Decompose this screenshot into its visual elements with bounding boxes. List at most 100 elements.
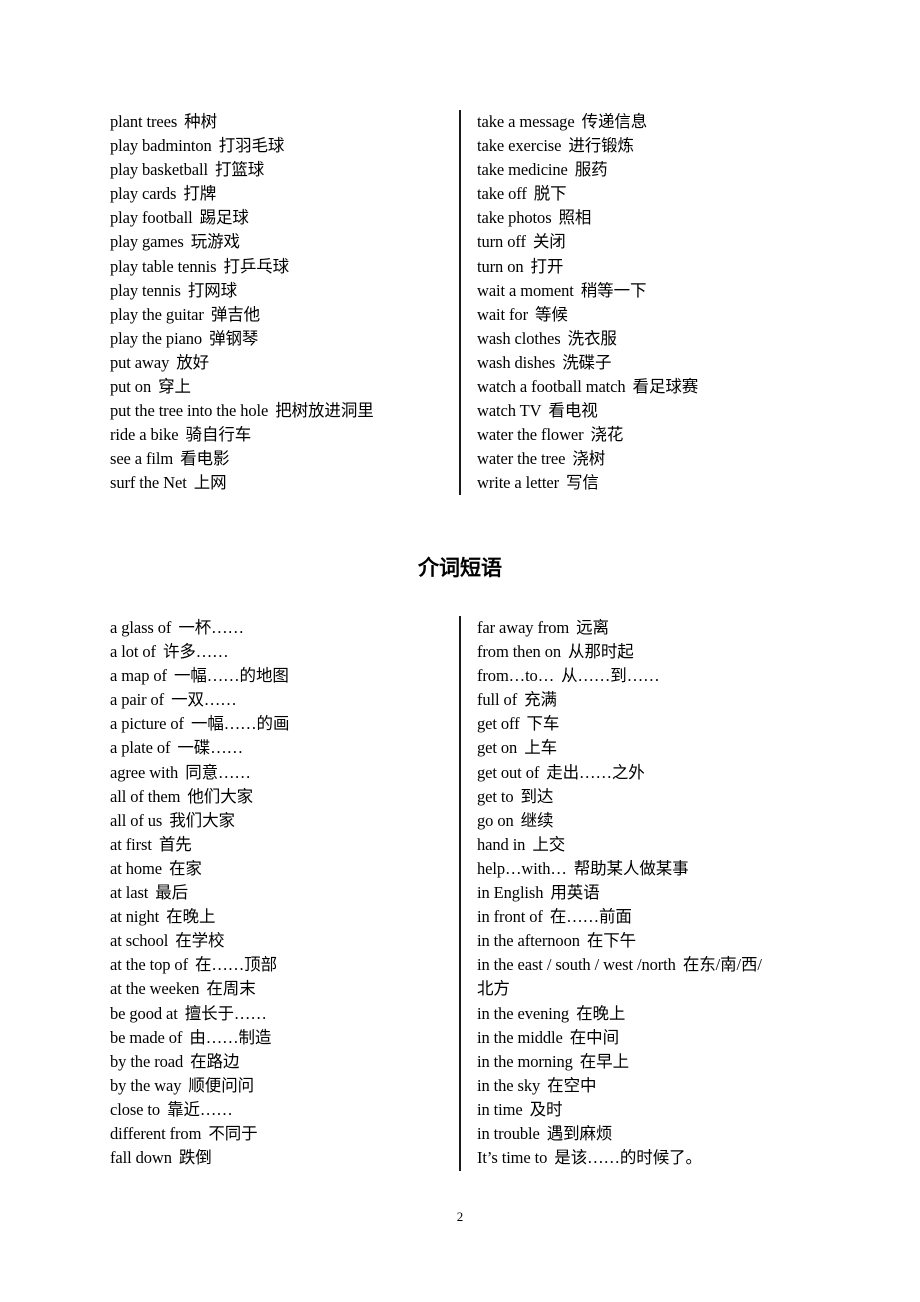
chinese-translation: 传递信息 [581,112,648,131]
english-phrase: a picture of [110,714,184,734]
verb-phrases-section: plant trees 种树 play badminton 打羽毛球 play bask… [0,110,920,496]
phrase-entry: all of them 他们大家 [110,785,289,809]
phrase-entry: a glass of 一杯…… [110,616,289,640]
phrase-entry: in trouble 遇到麻烦 [477,1122,762,1146]
phrase-entry: a plate of 一碟…… [110,736,289,760]
chinese-translation: 从……到…… [561,666,660,686]
english-phrase: take exercise [477,136,562,156]
english-phrase: at home [110,858,162,878]
english-phrase: a plate of [110,738,171,758]
chinese-translation: 弹钢琴 [209,328,259,348]
chinese-translation: 是该……的时候了。 [554,1148,702,1168]
phrase-entry: fall down 跌倒 [110,1146,289,1170]
english-phrase: play the piano [110,328,203,348]
english-phrase: put away [110,352,170,372]
english-phrase: wait a moment [477,280,574,300]
phrase-entry: in time 及时 [477,1098,762,1122]
chinese-translation: 首先 [158,834,192,854]
english-phrase: play the guitar [110,304,204,324]
chinese-translation: 洗衣服 [567,328,617,348]
phrase-entry: get out of 走出……之外 [477,761,762,785]
chinese-translation: 在中间 [569,1027,619,1047]
chinese-translation: 打乒乓球 [223,256,290,276]
chinese-translation: 上网 [193,473,227,493]
chinese-translation: 跌倒 [178,1148,212,1168]
chinese-translation: 洗碟子 [562,352,612,372]
english-phrase: watch TV [477,401,542,421]
english-phrase: in English [477,883,544,903]
chinese-translation: 在路边 [190,1051,240,1071]
chinese-translation: 放好 [176,352,210,372]
column-divider [459,616,461,1171]
chinese-translation: 最后 [155,883,189,903]
prepositional-phrases-left-column: a glass of 一杯…… a lot of 许多…… a map of 一幅……的地… [110,616,289,1170]
phrase-entry: watch a football match 看足球赛 [477,375,698,399]
phrase-entry: ride a bike 骑自行车 [110,423,374,447]
chinese-translation: 擅长于…… [184,1003,267,1023]
chinese-translation: 穿上 [158,377,191,397]
english-phrase: from…to… [477,666,555,686]
phrase-entry: a pair of 一双…… [110,688,289,712]
phrase-entry: help…with… 帮助某人做某事 [477,857,762,881]
english-phrase: see a film [110,449,174,469]
phrase-entry: be made of 由……制造 [110,1026,289,1050]
phrase-entry: at last 最后 [110,881,289,905]
english-phrase: get to [477,786,514,806]
phrase-entry: take photos 照相 [477,206,698,230]
phrase-entry: get to 到达 [477,785,762,809]
verb-phrases-left-column: plant trees 种树 play badminton 打羽毛球 play bask… [110,110,374,496]
chinese-translation: 用英语 [550,883,600,903]
phrase-entry: play the piano 弹钢琴 [110,327,374,351]
english-phrase: at night [110,907,160,927]
english-phrase: put on [110,377,152,397]
chinese-translation: 在东/南/西/ [682,955,762,975]
english-phrase: surf the Net [110,473,187,493]
phrase-entry: at first 首先 [110,833,289,857]
chinese-translation: 玩游戏 [190,232,240,252]
chinese-translation: 看电影 [180,449,230,469]
phrase-entry: turn off 关闭 [477,230,698,254]
english-phrase: get out of [477,762,540,782]
phrase-entry: in the east / south / west /north 在东/南/西/ [477,953,762,977]
phrase-entry: get off 下车 [477,712,762,736]
english-phrase: take off [477,184,527,204]
english-phrase: play cards [110,184,177,204]
chinese-translation: 及时 [529,1099,563,1119]
phrase-entry: take medicine 服药 [477,158,698,182]
english-phrase: play tennis [110,280,181,300]
prepositional-phrases-section: a glass of 一杯…… a lot of 许多…… a map of 一幅……的地… [0,616,920,1176]
english-phrase: different from [110,1123,202,1143]
phrase-entry: turn on 打开 [477,255,698,279]
phrase-entry: in the evening 在晚上 [477,1002,762,1026]
phrase-entry: at night 在晚上 [110,905,289,929]
phrase-entry: a lot of 许多…… [110,640,289,664]
phrase-entry: in front of 在……前面 [477,905,762,929]
chinese-translation: 顺便问问 [188,1075,255,1095]
phrase-entry: in English 用英语 [477,881,762,905]
phrase-entry: wash clothes 洗衣服 [477,327,698,351]
phrase-entry: play table tennis 打乒乓球 [110,255,374,279]
chinese-translation: 一幅……的画 [190,714,290,734]
phrase-entry: play basketball 打篮球 [110,158,374,182]
chinese-translation: 下车 [526,714,560,734]
chinese-translation: 充满 [524,690,557,710]
phrase-entry: in the sky 在空中 [477,1074,762,1098]
phrase-entry: take a message 传递信息 [477,110,698,134]
column-divider [459,110,461,495]
chinese-translation: 弹吉他 [210,304,261,324]
chinese-translation: 帮助某人做某事 [573,858,689,878]
chinese-translation: 打牌 [183,184,217,204]
phrase-entry: play badminton 打羽毛球 [110,134,374,158]
english-phrase: at school [110,931,169,951]
english-phrase: turn on [477,256,524,276]
english-phrase: play basketball [110,160,208,180]
english-phrase: help…with… [477,858,567,878]
english-phrase: a lot of [110,642,156,662]
phrase-entry: in the morning 在早上 [477,1050,762,1074]
chinese-translation: 浇花 [590,425,624,445]
phrase-entry: put the tree into the hole 把树放进洞里 [110,399,374,423]
phrase-entry: full of 充满 [477,688,762,712]
english-phrase: by the way [110,1075,182,1095]
english-phrase: play games [110,232,184,252]
phrase-entry: water the flower 浇花 [477,423,698,447]
